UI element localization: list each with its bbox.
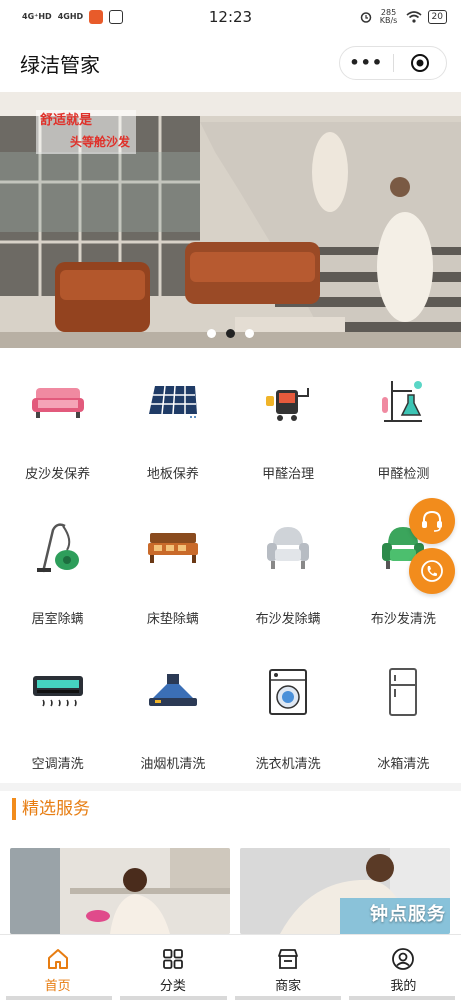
category-label: 皮沙发保养 bbox=[25, 467, 91, 482]
tab-label: 首页 bbox=[44, 979, 71, 994]
category-formaldehyde-treatment[interactable]: 甲醛治理 bbox=[231, 360, 346, 505]
bed-icon bbox=[143, 517, 203, 577]
category-label: 布沙发清洗 bbox=[370, 612, 436, 627]
tab-category[interactable]: 分类 bbox=[115, 935, 230, 1000]
target-close-icon bbox=[410, 54, 429, 72]
sofa-pink-icon bbox=[28, 372, 88, 432]
customer-service-button[interactable] bbox=[409, 498, 455, 544]
category-formaldehyde-test[interactable]: 甲醛检测 bbox=[346, 360, 461, 505]
floor-tiles-icon bbox=[143, 372, 203, 432]
bottom-tab-bar: 首页 分类 商家 我的 bbox=[0, 934, 461, 1000]
category-label: 居室除螨 bbox=[31, 612, 84, 627]
category-floor-care[interactable]: 地板保养 bbox=[115, 360, 230, 505]
battery-indicator: 20 bbox=[427, 10, 447, 24]
status-left: 4G⁺HD 4GHD bbox=[22, 10, 124, 24]
wifi-icon bbox=[406, 11, 422, 23]
formaldehyde-machine-icon bbox=[258, 372, 318, 432]
banner-ad-text-2: 头等舱沙发 bbox=[70, 134, 131, 149]
nav-header: 绿洁管家 ••• bbox=[0, 34, 461, 92]
featured-section-title: 精选服务 bbox=[12, 798, 90, 820]
category-grid: 皮沙发保养 地板保养 甲醛治理 甲醛检测 居室除螨 床垫除螨 布沙发除螨 布沙发… bbox=[0, 360, 461, 795]
range-hood-icon bbox=[143, 662, 203, 722]
user-icon bbox=[392, 948, 415, 970]
system-home-bar bbox=[0, 996, 461, 1000]
category-mattress-mite-removal[interactable]: 床垫除螨 bbox=[115, 505, 230, 650]
home-icon bbox=[47, 949, 68, 969]
category-label: 空调清洗 bbox=[31, 757, 84, 772]
signal-2: 4GHD bbox=[57, 12, 84, 21]
more-button[interactable]: ••• bbox=[340, 48, 393, 78]
category-label: 地板保养 bbox=[146, 467, 199, 482]
banner-image: 舒适就是 头等舱沙发 bbox=[0, 92, 461, 348]
category-ac-cleaning[interactable]: 空调清洗 bbox=[0, 650, 115, 795]
category-refrigerator-cleaning[interactable]: 冰箱清洗 bbox=[346, 650, 461, 795]
category-label: 布沙发除螨 bbox=[255, 612, 321, 627]
category-fabric-sofa-mite-removal[interactable]: 布沙发除螨 bbox=[231, 505, 346, 650]
featured-card-hourly-service[interactable]: 钟点服务 bbox=[240, 848, 450, 934]
app-title: 绿洁管家 bbox=[20, 52, 100, 77]
mini-program-capsule: ••• bbox=[339, 46, 447, 80]
category-label: 甲醛治理 bbox=[262, 467, 315, 482]
phone-call-button[interactable] bbox=[409, 548, 455, 594]
notification-app-icon bbox=[89, 10, 104, 24]
refrigerator-icon bbox=[373, 662, 433, 722]
category-room-mite-removal[interactable]: 居室除螨 bbox=[0, 505, 115, 650]
featured-card-cleaning[interactable] bbox=[10, 848, 230, 934]
lab-flask-icon bbox=[373, 372, 433, 432]
tab-home[interactable]: 首页 bbox=[0, 935, 115, 1000]
tab-label: 我的 bbox=[390, 979, 417, 994]
status-right: 285 KB/s 20 bbox=[360, 9, 447, 25]
tab-label: 分类 bbox=[159, 979, 186, 994]
tab-label: 商家 bbox=[275, 979, 302, 994]
carousel-dot[interactable] bbox=[207, 329, 216, 338]
category-range-hood-cleaning[interactable]: 油烟机清洗 bbox=[115, 650, 230, 795]
hourly-service-badge: 钟点服务 bbox=[370, 904, 446, 925]
air-conditioner-icon bbox=[28, 662, 88, 722]
status-bar: 4G⁺HD 4GHD 12:23 285 KB/s 20 bbox=[0, 0, 461, 34]
category-label: 洗衣机清洗 bbox=[255, 757, 321, 772]
alarm-icon bbox=[360, 12, 371, 23]
carousel-dots bbox=[0, 329, 461, 338]
category-label: 甲醛检测 bbox=[377, 467, 430, 482]
banner-ad-text-1: 舒适就是 bbox=[40, 112, 93, 128]
headset-icon bbox=[422, 510, 442, 532]
category-leather-sofa-care[interactable]: 皮沙发保养 bbox=[0, 360, 115, 505]
carousel-dot-active[interactable] bbox=[226, 329, 235, 338]
vacuum-cleaner-icon bbox=[28, 517, 88, 577]
armchair-gray-icon bbox=[258, 517, 318, 577]
section-divider bbox=[0, 783, 461, 791]
phone-icon bbox=[421, 560, 443, 582]
signal-1: 4G⁺HD bbox=[22, 12, 52, 21]
featured-image-cleaning bbox=[10, 848, 230, 934]
close-button[interactable] bbox=[393, 53, 446, 73]
grid-icon bbox=[162, 949, 183, 969]
notification-message-icon bbox=[109, 10, 124, 24]
carousel-dot[interactable] bbox=[245, 329, 254, 338]
category-label: 油烟机清洗 bbox=[140, 757, 206, 772]
banner-carousel[interactable]: 舒适就是 头等舱沙发 bbox=[0, 92, 461, 348]
tab-merchant[interactable]: 商家 bbox=[231, 935, 346, 1000]
tab-profile[interactable]: 我的 bbox=[346, 935, 461, 1000]
store-icon bbox=[278, 949, 299, 969]
net-speed: 285 KB/s bbox=[379, 8, 398, 25]
category-label: 床垫除螨 bbox=[146, 612, 199, 627]
washing-machine-icon bbox=[258, 662, 318, 722]
category-washing-machine-cleaning[interactable]: 洗衣机清洗 bbox=[231, 650, 346, 795]
category-label: 冰箱清洗 bbox=[377, 757, 430, 772]
